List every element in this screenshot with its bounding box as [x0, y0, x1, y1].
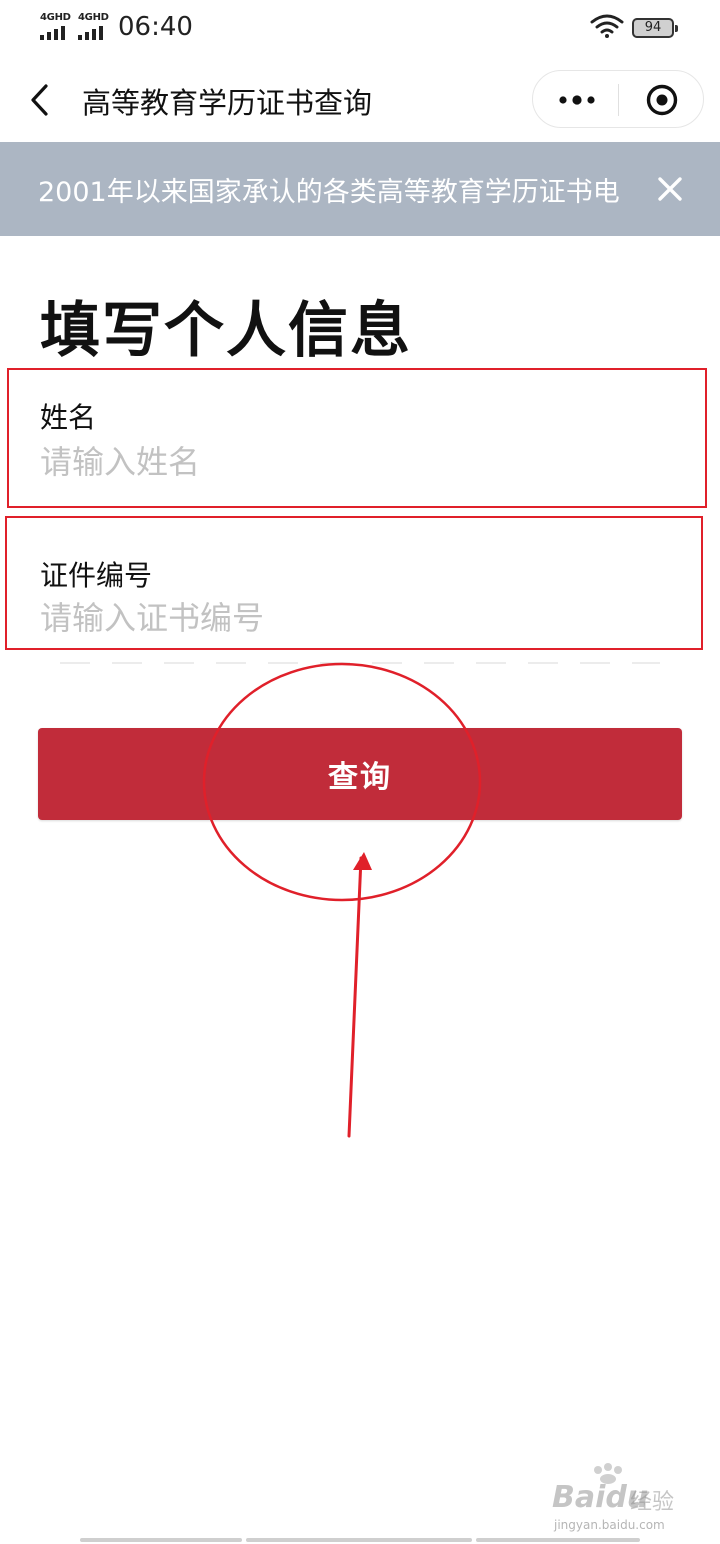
notice-text: 2001年以来国家承认的各类高等教育学历证书电	[38, 177, 620, 208]
notice-banner: 2001年以来国家承认的各类高等教育学历证书电	[0, 142, 720, 236]
annotation-arrow-shaft	[347, 856, 363, 1138]
watermark-url: jingyan.baidu.com	[554, 1518, 665, 1532]
nav-title: 高等教育学历证书查询	[82, 86, 373, 120]
battery-icon: 94	[632, 18, 678, 38]
page-title: 填写个人信息	[40, 296, 412, 366]
capsule-divider	[618, 84, 619, 116]
status-bar: 4GHD 4GHD 06:40 94	[0, 0, 720, 58]
name-field: 姓名	[0, 370, 720, 506]
cert-number-label: 证件编号	[40, 559, 153, 592]
network-type: 4GHD	[78, 12, 109, 23]
mini-program-capsule	[532, 70, 704, 128]
target-icon[interactable]	[645, 83, 679, 117]
nav-bar: 高等教育学历证书查询	[0, 58, 720, 142]
watermark-label: 经验	[630, 1490, 675, 1515]
wifi-icon	[590, 14, 624, 38]
close-icon[interactable]	[657, 176, 683, 202]
cert-number-input[interactable]	[40, 596, 680, 640]
bottom-indicator	[80, 1538, 640, 1544]
more-icon[interactable]	[555, 88, 599, 112]
name-label: 姓名	[40, 401, 97, 434]
cert-number-field: 证件编号	[0, 518, 720, 648]
network-type: 4GHD	[40, 12, 71, 23]
name-input[interactable]	[40, 440, 680, 484]
signal-icon: 4GHD	[40, 12, 74, 40]
annotation-arrow-head	[353, 852, 372, 870]
query-button[interactable]: 查询	[38, 728, 682, 820]
back-icon[interactable]	[24, 80, 60, 120]
baidu-watermark: Baidu 经验 jingyan.baidu.com	[552, 1462, 692, 1532]
signal-icon: 4GHD	[78, 12, 112, 40]
field-divider	[60, 662, 660, 664]
status-time: 06:40	[118, 12, 193, 42]
